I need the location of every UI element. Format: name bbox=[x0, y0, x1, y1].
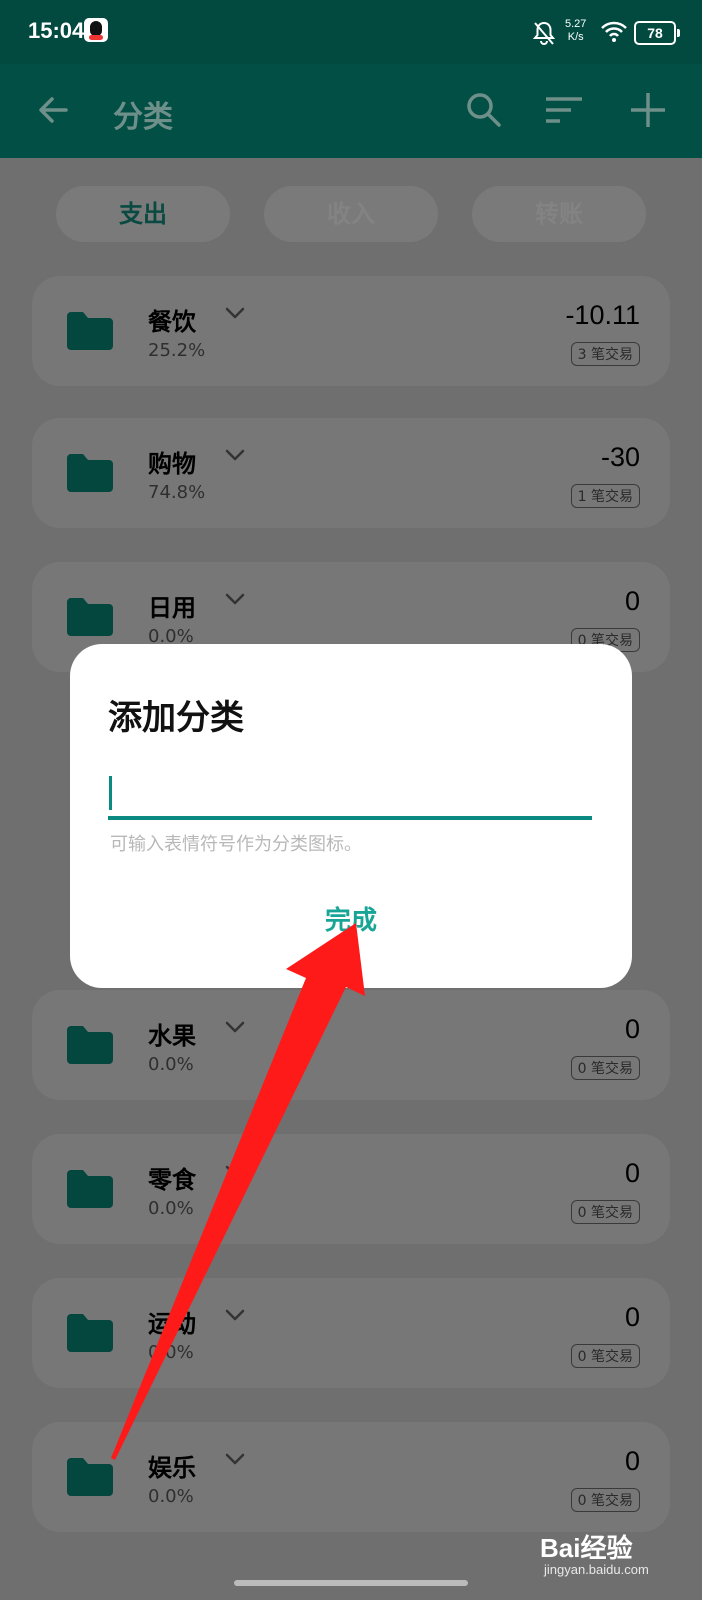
baidu-watermark: Bai经验 jingyan.baidu.com bbox=[540, 1528, 649, 1577]
watermark-brand: Bai经验 bbox=[540, 1533, 633, 1563]
home-indicator bbox=[234, 1580, 468, 1586]
annotation-arrow bbox=[111, 923, 365, 1460]
watermark-url: jingyan.baidu.com bbox=[544, 1562, 649, 1577]
